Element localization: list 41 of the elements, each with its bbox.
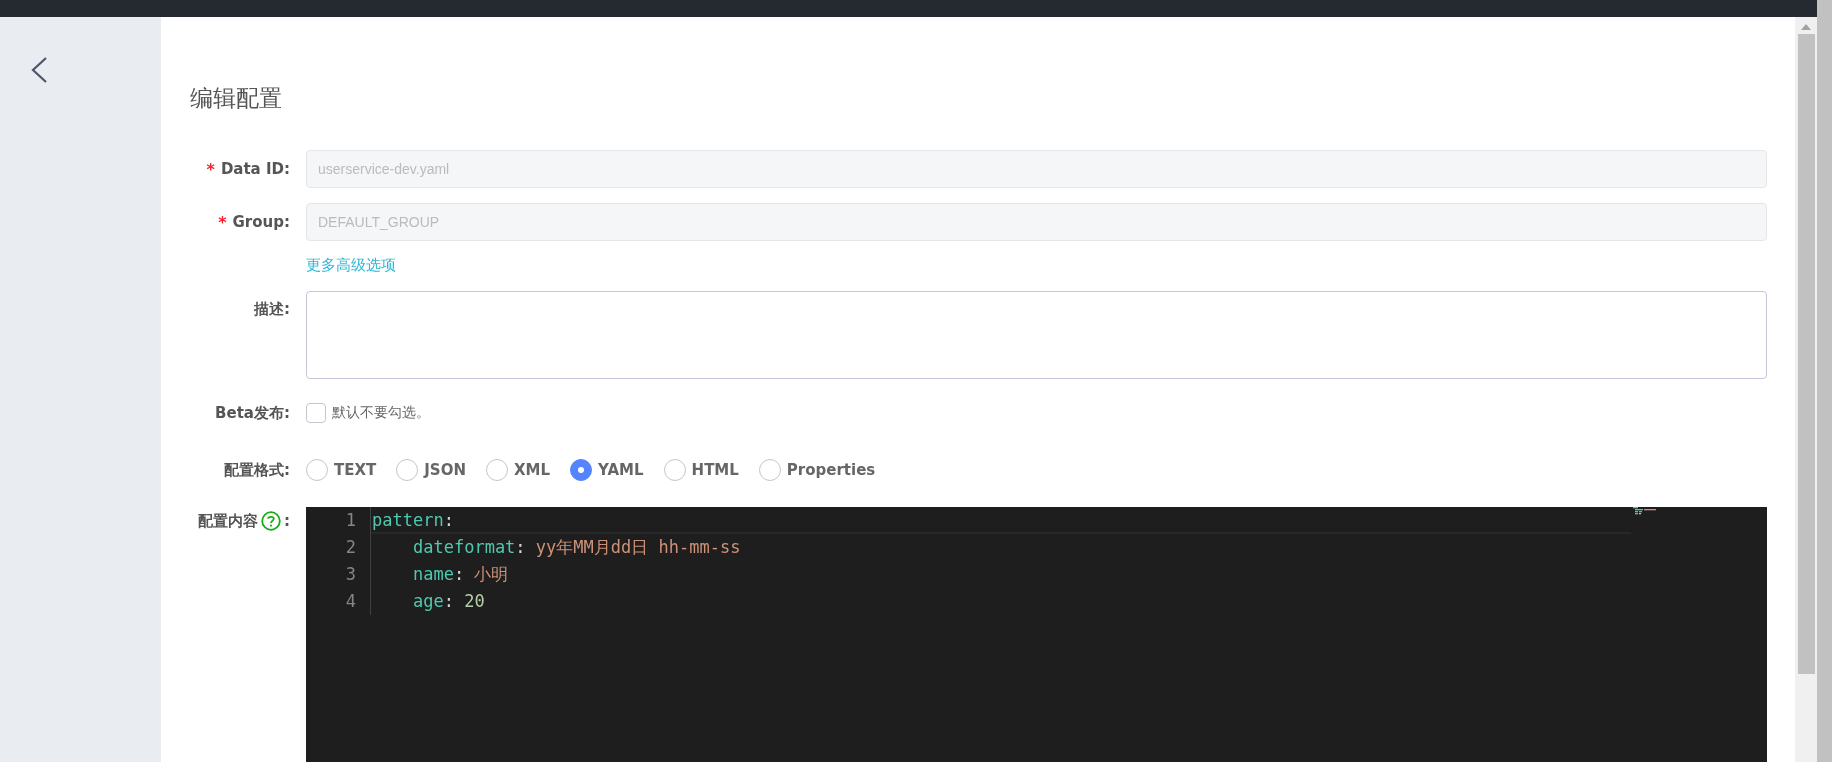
required-mark: * bbox=[218, 212, 227, 232]
code-token: pattern bbox=[372, 510, 444, 530]
code-token: 20 bbox=[464, 591, 485, 611]
label-colon: : bbox=[284, 512, 290, 530]
scroll-up-icon[interactable] bbox=[1801, 24, 1811, 30]
code-token: : bbox=[443, 591, 455, 611]
code-token: yy年MM月dd日 hh-mm-ss bbox=[535, 537, 741, 557]
page-title: 编辑配置 bbox=[190, 84, 283, 113]
field-label: 描述: bbox=[254, 300, 290, 319]
field-label: Beta发布: bbox=[215, 403, 290, 423]
line-number: 3 bbox=[344, 563, 357, 586]
field-label: Group: bbox=[232, 213, 290, 231]
field-label: 配置格式: bbox=[224, 460, 290, 480]
checkbox-label: 默认不要勾选。 bbox=[332, 404, 430, 422]
field-label: 配置内容 bbox=[198, 511, 258, 531]
radio-label: YAML bbox=[598, 461, 644, 479]
code-token: : bbox=[515, 537, 527, 557]
advanced-options-link[interactable]: 更多高级选项 bbox=[306, 256, 396, 275]
scrollbar-thumb[interactable] bbox=[1797, 34, 1815, 674]
help-icon[interactable] bbox=[261, 511, 281, 531]
code-token: : bbox=[443, 510, 454, 530]
code-token: 小明 bbox=[474, 564, 509, 584]
radio-label: Properties bbox=[786, 461, 876, 479]
code-token: name bbox=[413, 564, 454, 584]
required-mark: * bbox=[206, 159, 215, 179]
radio-label: XML bbox=[514, 461, 551, 479]
scrollbar[interactable] bbox=[1795, 17, 1817, 762]
code-token: age bbox=[413, 591, 444, 611]
radio-button[interactable] bbox=[570, 459, 593, 481]
code-editor[interactable]: 1 2 3 4 pattern: dateformat: yy年MM月dd日 hh-mm-ss name: 小明 age: 20 bbox=[306, 507, 1767, 762]
field-label: Data ID: bbox=[220, 160, 290, 178]
code-token: : bbox=[453, 564, 466, 584]
beta-checkbox[interactable] bbox=[306, 403, 326, 423]
description-field[interactable] bbox=[306, 291, 1767, 379]
code-token: dateformat bbox=[413, 537, 516, 557]
line-number: 1 bbox=[344, 509, 357, 532]
line-number: 2 bbox=[344, 536, 357, 559]
radio-label: JSON bbox=[424, 461, 466, 479]
radio-label: HTML bbox=[691, 461, 739, 479]
line-number: 4 bbox=[344, 590, 357, 613]
radio-label: TEXT bbox=[334, 461, 377, 479]
